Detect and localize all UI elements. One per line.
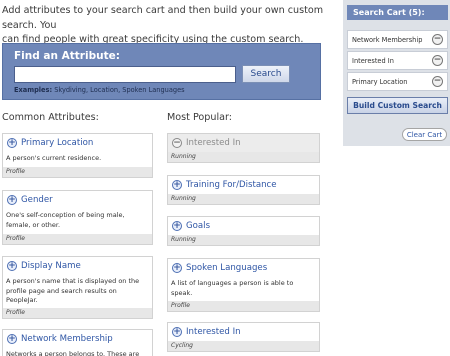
plus-circle-icon[interactable]: + [172,263,182,273]
attribute-search-input[interactable] [14,66,236,83]
attribute-add-goals[interactable]: + Goals [168,217,319,235]
attribute-description: One's self-conception of being male, fem… [6,211,125,229]
minus-circle-icon[interactable]: − [432,55,443,66]
attribute-title[interactable]: Display Name [21,261,81,271]
attribute-description: A person's current residence. [6,154,102,162]
attribute-title[interactable]: Spoken Languages [186,263,267,273]
popular-card-spoken-languages: + Spoken Languages A list of languages a… [167,258,320,312]
examples-text: Skydiving, Location, Spoken Languages [54,86,185,94]
popular-card-goals: + Goals Running [167,216,320,246]
minus-circle-icon[interactable]: − [432,34,443,45]
popular-card-interested-in-cycling: + Interested In Cycling [167,322,320,352]
attribute-category: Cycling [168,341,319,351]
minus-circle-icon[interactable]: − [172,138,182,148]
attribute-category: Profile [168,301,319,311]
plus-circle-icon[interactable]: + [7,138,17,148]
cart-item: Primary Location − [347,72,448,91]
examples-label: Examples: [14,86,53,94]
minus-circle-icon[interactable]: − [432,76,443,87]
cart-item-label: Network Membership [352,35,423,44]
attribute-category: Running [168,235,319,245]
plus-circle-icon[interactable]: + [172,327,182,337]
cart-item-label: Primary Location [352,77,408,86]
most-popular-heading: Most Popular: [167,112,232,123]
attribute-description: A list of languages a person is able to … [171,279,294,297]
attribute-card-gender: + Gender One's self-conception of being … [2,190,153,245]
attribute-add-primary-location[interactable]: + Primary Location [3,134,152,152]
attribute-category: Running [168,152,319,162]
popular-card-training-for-distance: + Training For/Distance Running [167,175,320,205]
common-attributes-heading: Common Attributes: [2,112,99,123]
attribute-category: Profile [3,167,152,177]
find-attribute-title: Find an Attribute: [14,50,120,62]
attribute-title[interactable]: Gender [21,195,53,205]
plus-circle-icon[interactable]: + [7,195,17,205]
attribute-description: A person's name that is displayed on the… [6,277,140,304]
intro-line-1: Add attributes to your search cart and t… [2,5,324,31]
attribute-category: Profile [3,308,152,318]
cart-item-label: Interested In [352,56,394,65]
attribute-title[interactable]: Interested In [186,327,241,337]
attribute-add-spoken-languages[interactable]: + Spoken Languages [168,259,319,277]
plus-circle-icon[interactable]: + [172,180,182,190]
attribute-add-gender[interactable]: + Gender [3,191,152,209]
attribute-add-training-for-distance[interactable]: + Training For/Distance [168,176,319,194]
plus-circle-icon[interactable]: + [7,334,17,344]
attribute-added-interested-in: − Interested In [168,134,319,152]
build-custom-search-button[interactable]: Build Custom Search [347,97,448,114]
attribute-category: Profile [3,234,152,244]
attribute-card-network-membership: + Network Membership Networks a person b… [2,329,153,356]
attribute-title[interactable]: Training For/Distance [186,180,277,190]
attribute-card-primary-location: + Primary Location A person's current re… [2,133,153,178]
attribute-add-interested-in-cycling[interactable]: + Interested In [168,323,319,341]
plus-circle-icon[interactable]: + [7,261,17,271]
attribute-category: Running [168,194,319,204]
search-cart-title: Search Cart (5): [347,5,448,20]
search-button[interactable]: Search [242,65,290,83]
attribute-card-display-name: + Display Name A person's name that is d… [2,256,153,319]
intro-text: Add attributes to your search cart and t… [2,4,338,48]
attribute-title[interactable]: Primary Location [21,138,93,148]
search-cart: Search Cart (5): Network Membership − In… [343,0,450,146]
attribute-title[interactable]: Goals [186,221,210,231]
attribute-add-display-name[interactable]: + Display Name [3,257,152,275]
cart-item: Interested In − [347,51,448,70]
attribute-description: Networks a person belongs to. These are [6,350,140,356]
popular-card-interested-in-running: − Interested In Running [167,133,320,163]
attribute-add-network-membership[interactable]: + Network Membership [3,330,152,348]
attribute-title: Interested In [186,138,241,148]
plus-circle-icon[interactable]: + [172,221,182,231]
cart-item: Network Membership − [347,30,448,49]
clear-cart-button[interactable]: Clear Cart [402,128,447,141]
find-attribute-panel: Find an Attribute: Search Examples: Skyd… [2,43,321,100]
attribute-title[interactable]: Network Membership [21,334,113,344]
search-examples: Examples: Skydiving, Location, Spoken La… [14,86,185,94]
